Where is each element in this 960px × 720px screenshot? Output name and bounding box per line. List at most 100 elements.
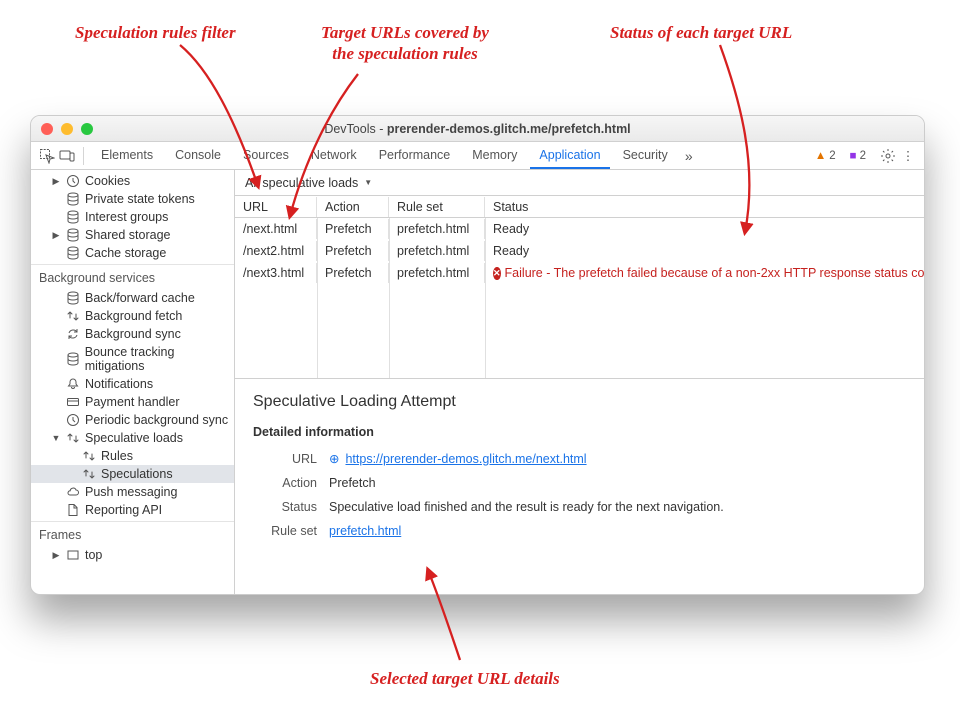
col-action[interactable]: Action bbox=[317, 197, 389, 217]
cell-url: /next2.html bbox=[235, 241, 317, 261]
sidebar-item-label: top bbox=[85, 548, 102, 562]
settings-icon[interactable] bbox=[880, 148, 896, 164]
sidebar-item-label: Back/forward cache bbox=[85, 291, 195, 305]
col-ruleset[interactable]: Rule set bbox=[389, 197, 485, 217]
ud-icon bbox=[82, 449, 96, 463]
more-tabs-button[interactable]: » bbox=[681, 148, 697, 164]
sidebar-item-notifications[interactable]: Notifications bbox=[31, 375, 234, 393]
warnings-badge[interactable]: ▲2 bbox=[815, 150, 836, 162]
detail-status-label: Status bbox=[253, 500, 317, 514]
sidebar-item-private-state-tokens[interactable]: Private state tokens bbox=[31, 190, 234, 208]
tab-performance[interactable]: Performance bbox=[370, 143, 460, 169]
sidebar-item-speculative-loads[interactable]: ▼Speculative loads bbox=[31, 429, 234, 447]
devtools-window: DevTools - prerender-demos.glitch.me/pre… bbox=[30, 115, 925, 595]
table-body: /next.htmlPrefetchprefetch.htmlReady/nex… bbox=[235, 218, 924, 378]
tab-security[interactable]: Security bbox=[614, 143, 677, 169]
issues-badge[interactable]: ■2 bbox=[850, 150, 866, 162]
sidebar-item-background-fetch[interactable]: Background fetch bbox=[31, 307, 234, 325]
db-icon bbox=[66, 210, 80, 224]
col-url[interactable]: URL bbox=[235, 197, 317, 217]
speculative-loads-filter[interactable]: All speculative loads▼ bbox=[235, 170, 924, 196]
sync-icon bbox=[66, 327, 80, 341]
cell-action: Prefetch bbox=[317, 219, 389, 239]
sidebar-item-label: Cache storage bbox=[85, 246, 166, 260]
sidebar-item-label: Rules bbox=[101, 449, 133, 463]
sidebar-item-periodic-background-sync[interactable]: Periodic background sync bbox=[31, 411, 234, 429]
annotation-targets: Target URLs covered by the speculation r… bbox=[295, 22, 515, 65]
tab-elements[interactable]: Elements bbox=[92, 143, 162, 169]
inspect-icon[interactable] bbox=[39, 148, 55, 164]
sidebar-item-payment-handler[interactable]: Payment handler bbox=[31, 393, 234, 411]
cell-ruleset: prefetch.html bbox=[389, 219, 485, 239]
detail-ruleset-link[interactable]: prefetch.html bbox=[329, 524, 401, 538]
detail-subheading: Detailed information bbox=[253, 425, 906, 439]
cell-action: Prefetch bbox=[317, 241, 389, 261]
window-title: DevTools - prerender-demos.glitch.me/pre… bbox=[31, 122, 924, 136]
tab-network[interactable]: Network bbox=[302, 143, 366, 169]
cloud-icon bbox=[66, 485, 80, 499]
detail-url-link[interactable]: https://prerender-demos.glitch.me/next.h… bbox=[345, 452, 586, 466]
tab-application[interactable]: Application bbox=[530, 143, 609, 169]
cell-url: /next3.html bbox=[235, 263, 317, 283]
sidebar-item-top[interactable]: ▶ top bbox=[31, 546, 234, 564]
sidebar-item-speculations[interactable]: Speculations bbox=[31, 465, 234, 483]
detail-url-label: URL bbox=[253, 452, 317, 466]
clock-icon bbox=[66, 413, 80, 427]
main-content: All speculative loads▼ URL Action Rule s… bbox=[235, 170, 924, 594]
annotation-status: Status of each target URL bbox=[610, 22, 792, 43]
sidebar-item-push-messaging[interactable]: Push messaging bbox=[31, 483, 234, 501]
sidebar-item-label: Shared storage bbox=[85, 228, 170, 242]
detail-title: Speculative Loading Attempt bbox=[253, 393, 906, 411]
sidebar-item-bounce-tracking-mitigations[interactable]: Bounce tracking mitigations bbox=[31, 343, 234, 375]
kebab-icon[interactable]: ⋮ bbox=[900, 148, 916, 164]
table-header: URL Action Rule set Status bbox=[235, 196, 924, 218]
cell-url: /next.html bbox=[235, 219, 317, 239]
sidebar-item-label: Background sync bbox=[85, 327, 181, 341]
sidebar-item-label: Background fetch bbox=[85, 309, 182, 323]
db-icon bbox=[66, 352, 80, 366]
sidebar-item-cache-storage[interactable]: Cache storage bbox=[31, 244, 234, 262]
sidebar-item-label: Interest groups bbox=[85, 210, 168, 224]
sidebar-item-rules[interactable]: Rules bbox=[31, 447, 234, 465]
tab-console[interactable]: Console bbox=[166, 143, 230, 169]
titlebar: DevTools - prerender-demos.glitch.me/pre… bbox=[31, 116, 924, 142]
bell-icon bbox=[66, 377, 80, 391]
disclosure-icon: ▶ bbox=[51, 550, 61, 561]
table-row[interactable]: /next3.htmlPrefetchprefetch.html✕Failure… bbox=[235, 262, 924, 284]
annotation-details: Selected target URL details bbox=[370, 668, 560, 689]
sidebar-heading-background-services: Background services bbox=[31, 265, 234, 289]
device-icon[interactable] bbox=[59, 148, 75, 164]
speculative-loading-detail: Speculative Loading Attempt Detailed inf… bbox=[235, 378, 924, 562]
disclosure-icon: ▶ bbox=[51, 176, 61, 187]
tab-sources[interactable]: Sources bbox=[234, 143, 298, 169]
sidebar-item-label: Private state tokens bbox=[85, 192, 195, 206]
cell-action: Prefetch bbox=[317, 263, 389, 283]
ud-icon bbox=[66, 431, 80, 445]
status-error: ✕Failure - The prefetch failed because o… bbox=[493, 266, 916, 280]
sidebar-item-back-forward-cache[interactable]: Back/forward cache bbox=[31, 289, 234, 307]
table-row[interactable]: /next2.htmlPrefetchprefetch.htmlReady bbox=[235, 240, 924, 262]
sidebar-item-reporting-api[interactable]: Reporting API bbox=[31, 501, 234, 519]
ud-icon bbox=[66, 309, 80, 323]
chevron-down-icon: ▼ bbox=[364, 178, 372, 187]
cell-status: ✕Failure - The prefetch failed because o… bbox=[485, 263, 924, 283]
sidebar-item-label: Push messaging bbox=[85, 485, 177, 499]
sidebar-item-cookies[interactable]: ▶Cookies bbox=[31, 172, 234, 190]
table-row[interactable]: /next.htmlPrefetchprefetch.htmlReady bbox=[235, 218, 924, 240]
db-icon bbox=[66, 228, 80, 242]
sidebar-item-label: Bounce tracking mitigations bbox=[85, 345, 234, 373]
sidebar-item-label: Reporting API bbox=[85, 503, 162, 517]
sidebar-item-interest-groups[interactable]: Interest groups bbox=[31, 208, 234, 226]
sidebar-item-background-sync[interactable]: Background sync bbox=[31, 325, 234, 343]
ud-icon bbox=[82, 467, 96, 481]
tab-memory[interactable]: Memory bbox=[463, 143, 526, 169]
sidebar-item-label: Payment handler bbox=[85, 395, 180, 409]
error-icon: ✕ bbox=[493, 267, 501, 280]
devtools-toolbar: Elements Console Sources Network Perform… bbox=[31, 142, 924, 170]
sidebar-item-shared-storage[interactable]: ▶Shared storage bbox=[31, 226, 234, 244]
detail-status-value: Speculative load finished and the result… bbox=[329, 500, 906, 514]
doc-icon bbox=[66, 503, 80, 517]
col-status[interactable]: Status bbox=[485, 197, 924, 217]
detail-action-label: Action bbox=[253, 476, 317, 490]
db-icon bbox=[66, 291, 80, 305]
